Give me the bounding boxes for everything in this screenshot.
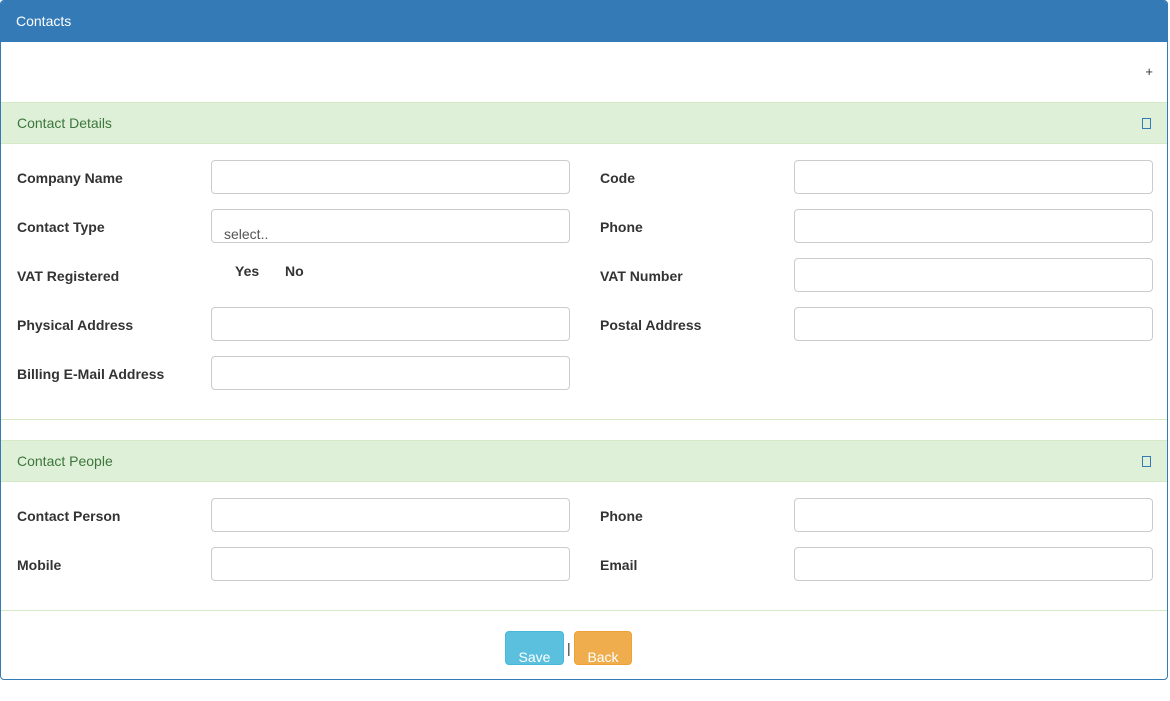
email-label: Email (600, 557, 638, 573)
billing-email-input[interactable] (211, 356, 570, 390)
person-phone-label: Phone (600, 508, 643, 524)
code-label: Code (600, 170, 635, 186)
mobile-label: Mobile (17, 557, 62, 573)
contact-people-heading[interactable]: Contact People (1, 441, 1167, 482)
company-name-input[interactable] (211, 160, 570, 194)
vat-yes-option[interactable]: Yes (235, 262, 259, 280)
toolbar: + (1, 42, 1167, 102)
contact-type-value: select.. (224, 226, 269, 242)
contact-type-label: Contact Type (17, 219, 105, 235)
postal-address-input[interactable] (794, 307, 1153, 341)
vat-no-option[interactable]: No (285, 262, 304, 280)
vat-number-label: VAT Number (600, 268, 683, 284)
vat-number-input[interactable] (794, 258, 1153, 292)
save-button[interactable]: Save (505, 631, 564, 665)
vat-registered-label: VAT Registered (17, 268, 120, 284)
person-phone-input[interactable] (794, 498, 1153, 532)
add-icon[interactable]: + (1145, 64, 1153, 80)
contact-people-section: Contact People Contact Person Phone Mobi… (1, 440, 1167, 611)
billing-email-label: Billing E-Mail Address (17, 366, 165, 382)
code-input[interactable] (794, 160, 1153, 194)
postal-address-label: Postal Address (600, 317, 702, 333)
email-input[interactable] (794, 547, 1153, 581)
back-button[interactable]: Back (574, 631, 632, 665)
phone-input[interactable] (794, 209, 1153, 243)
contact-details-heading[interactable]: Contact Details (1, 103, 1167, 144)
physical-address-label: Physical Address (17, 317, 134, 333)
company-name-label: Company Name (17, 170, 123, 186)
physical-address-input[interactable] (211, 307, 570, 341)
contacts-panel: Contacts + Contact Details Company Name … (0, 0, 1168, 680)
contact-person-label: Contact Person (17, 508, 121, 524)
contact-people-title: Contact People (17, 453, 113, 469)
contact-type-select[interactable]: select.. (211, 209, 570, 243)
collapse-icon[interactable] (1142, 118, 1151, 129)
mobile-input[interactable] (211, 547, 570, 581)
contact-details-title: Contact Details (17, 115, 112, 131)
contact-person-input[interactable] (211, 498, 570, 532)
button-separator: | (567, 640, 571, 656)
panel-title: Contacts (1, 1, 1167, 42)
contact-details-section: Contact Details Company Name Code Contac… (1, 102, 1167, 420)
phone-label: Phone (600, 219, 643, 235)
collapse-icon[interactable] (1142, 456, 1151, 467)
